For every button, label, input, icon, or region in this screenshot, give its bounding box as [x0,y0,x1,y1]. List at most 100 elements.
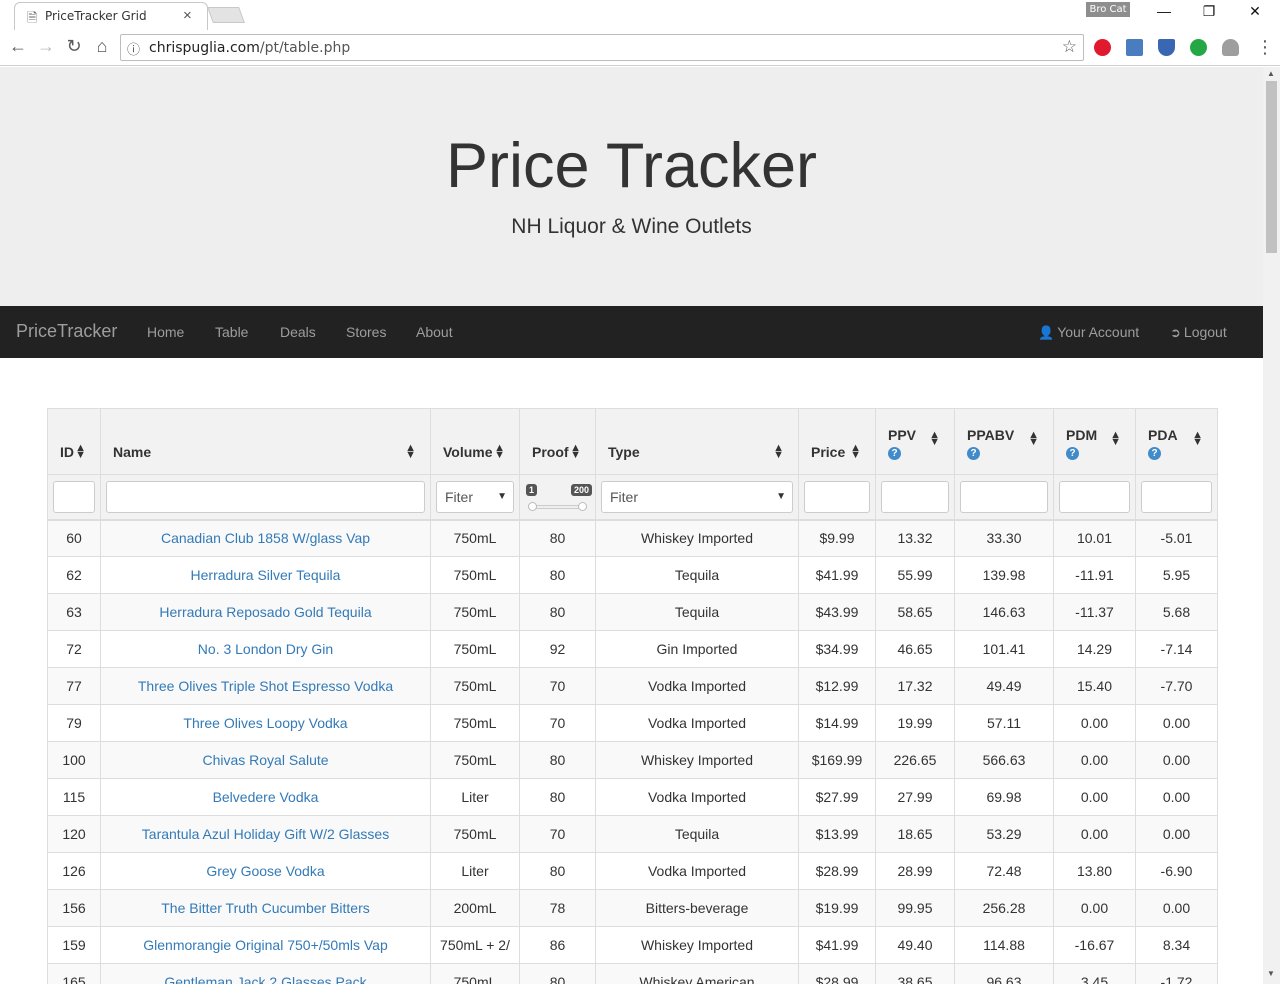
home-icon[interactable]: ⌂ [91,36,113,57]
cell-pdm: 15.40 [1053,667,1136,705]
column-header-pda[interactable]: PDA? ▲ ▼ [1135,408,1218,475]
back-arrow-icon[interactable]: ← [7,36,29,57]
ppv-filter-input[interactable] [881,480,949,513]
forward-arrow-icon[interactable]: → [35,36,57,57]
cell-ppabv: 566.63 [954,741,1054,779]
bookmark-star-icon[interactable]: ☆ [1062,37,1077,57]
column-header-proof[interactable]: Proof ▲ ▼ [519,408,596,475]
sort-icon[interactable]: ▲ ▼ [1028,430,1039,448]
product-link[interactable]: The Bitter Truth Cucumber Bitters [161,900,370,916]
slider-min-handle[interactable] [528,501,537,511]
sort-icon[interactable]: ▲ ▼ [929,430,940,448]
product-link[interactable]: Glenmorangie Original 750+/50mls Vap [143,937,388,953]
cell-volume: 750mL [430,741,520,779]
column-header-id[interactable]: ID ▲ ▼ [47,408,101,475]
address-bar[interactable]: ⓘ chrispuglia.com/pt/table.php ☆ [120,34,1084,61]
cell-pdm: 0.00 [1053,889,1136,927]
close-window-icon[interactable]: ✕ [1237,3,1273,25]
minimize-icon[interactable]: — [1146,3,1182,25]
pdm-filter-input[interactable] [1059,480,1130,513]
screenshot-icon[interactable] [1126,39,1143,56]
nav-logout[interactable]: ➲ Logout [1170,324,1227,341]
cell-type: Whiskey Imported [595,519,799,557]
cell-type: Vodka Imported [595,852,799,890]
nav-your-account[interactable]: 👤 Your Account [1038,324,1139,341]
proof-range-slider[interactable]: 1 200 [525,481,592,513]
nav-deals[interactable]: Deals [280,324,316,340]
product-link[interactable]: No. 3 London Dry Gin [198,641,333,657]
cell-volume: 750mL [430,519,520,557]
nav-home[interactable]: Home [147,324,184,340]
reload-icon[interactable]: ↻ [63,36,85,57]
sort-icon[interactable]: ▲ ▼ [405,443,416,461]
slider-track[interactable] [533,504,582,509]
column-header-type[interactable]: Type ▲ ▼ [595,408,799,475]
restore-icon[interactable]: ❐ [1191,3,1227,25]
cell-price: $14.99 [798,704,876,742]
product-link[interactable]: Canadian Club 1858 W/glass Vap [161,530,370,546]
nav-about[interactable]: About [416,324,453,340]
cell-name: Three Olives Loopy Vodka [100,704,431,742]
navbar-brand[interactable]: PriceTracker [16,321,117,342]
page-viewport: Price Tracker NH Liquor & Wine Outlets P… [0,67,1263,984]
sort-icon[interactable]: ▲ ▼ [570,443,581,461]
column-header-volume[interactable]: Volume ▲ ▼ [430,408,520,475]
page-scrollbar[interactable]: ▲ ▼ [1263,67,1280,984]
product-link[interactable]: Grey Goose Vodka [206,863,324,879]
info-icon[interactable]: ⓘ [127,39,140,58]
sort-icon[interactable]: ▲ ▼ [75,443,86,461]
sort-icon[interactable]: ▲ ▼ [850,443,861,461]
column-header-ppabv[interactable]: PPABV? ▲ ▼ [954,408,1054,475]
product-link[interactable]: Belvedere Vodka [213,789,319,805]
column-header-name[interactable]: Name ▲ ▼ [100,408,431,475]
scroll-down-arrow-icon[interactable]: ▼ [1267,969,1275,978]
cell-ppv: 49.40 [875,926,955,964]
scrollbar-thumb[interactable] [1266,81,1277,253]
nav-stores[interactable]: Stores [346,324,386,340]
cell-volume: 750mL [430,630,520,668]
id-filter-input[interactable] [53,480,95,513]
scroll-up-arrow-icon[interactable]: ▲ [1267,69,1275,78]
profile-badge[interactable]: Bro Cat [1086,2,1130,17]
column-header-pdm[interactable]: PDM? ▲ ▼ [1053,408,1136,475]
sort-icon[interactable]: ▲ ▼ [1110,430,1121,448]
close-tab-icon[interactable]: × [183,7,192,24]
cell-pda: -5.01 [1135,519,1218,557]
column-header-price[interactable]: Price ▲ ▼ [798,408,876,475]
product-link[interactable]: Herradura Reposado Gold Tequila [159,604,371,620]
ppabv-filter-input[interactable] [960,480,1048,513]
pause-icon[interactable] [1190,39,1207,56]
sort-icon[interactable]: ▲ ▼ [494,443,505,461]
product-link[interactable]: Chivas Royal Salute [202,752,328,768]
volume-filter-select[interactable]: Fiter ▼ [436,480,514,513]
sort-icon[interactable]: ▲ ▼ [1192,430,1203,448]
product-link[interactable]: Three Olives Triple Shot Espresso Vodka [138,678,393,694]
browser-tab[interactable]: 🗎 PriceTracker Grid × [14,2,208,30]
help-icon[interactable]: ? [888,447,901,460]
price-filter-input[interactable] [804,480,870,513]
cell-name: Grey Goose Vodka [100,852,431,890]
logout-icon: ➲ [1170,325,1181,340]
product-link[interactable]: Herradura Silver Tequila [191,567,341,583]
product-link[interactable]: Three Olives Loopy Vodka [183,715,347,731]
type-filter-select[interactable]: Fiter ▼ [601,480,793,513]
browser-menu-icon[interactable]: ⋮ [1256,37,1274,58]
column-header-ppv[interactable]: PPV? ▲ ▼ [875,408,955,475]
jumbotron: Price Tracker NH Liquor & Wine Outlets [0,67,1263,306]
new-tab-button[interactable] [207,7,245,23]
help-icon[interactable]: ? [967,447,980,460]
help-icon[interactable]: ? [1148,447,1161,460]
cell-pda: -7.14 [1135,630,1218,668]
opera-icon[interactable] [1094,39,1111,56]
download-icon[interactable] [1158,39,1175,56]
sort-icon[interactable]: ▲ ▼ [773,443,784,461]
pda-filter-input[interactable] [1141,480,1212,513]
cell-id: 79 [47,704,101,742]
nav-table[interactable]: Table [215,324,248,340]
help-icon[interactable]: ? [1066,447,1079,460]
cloud-icon[interactable] [1222,39,1239,56]
product-link[interactable]: Gentleman Jack 2 Glasses Pack [164,974,366,984]
product-link[interactable]: Tarantula Azul Holiday Gift W/2 Glasses [142,826,389,842]
slider-max-handle[interactable] [578,501,587,511]
name-filter-input[interactable] [106,480,425,513]
